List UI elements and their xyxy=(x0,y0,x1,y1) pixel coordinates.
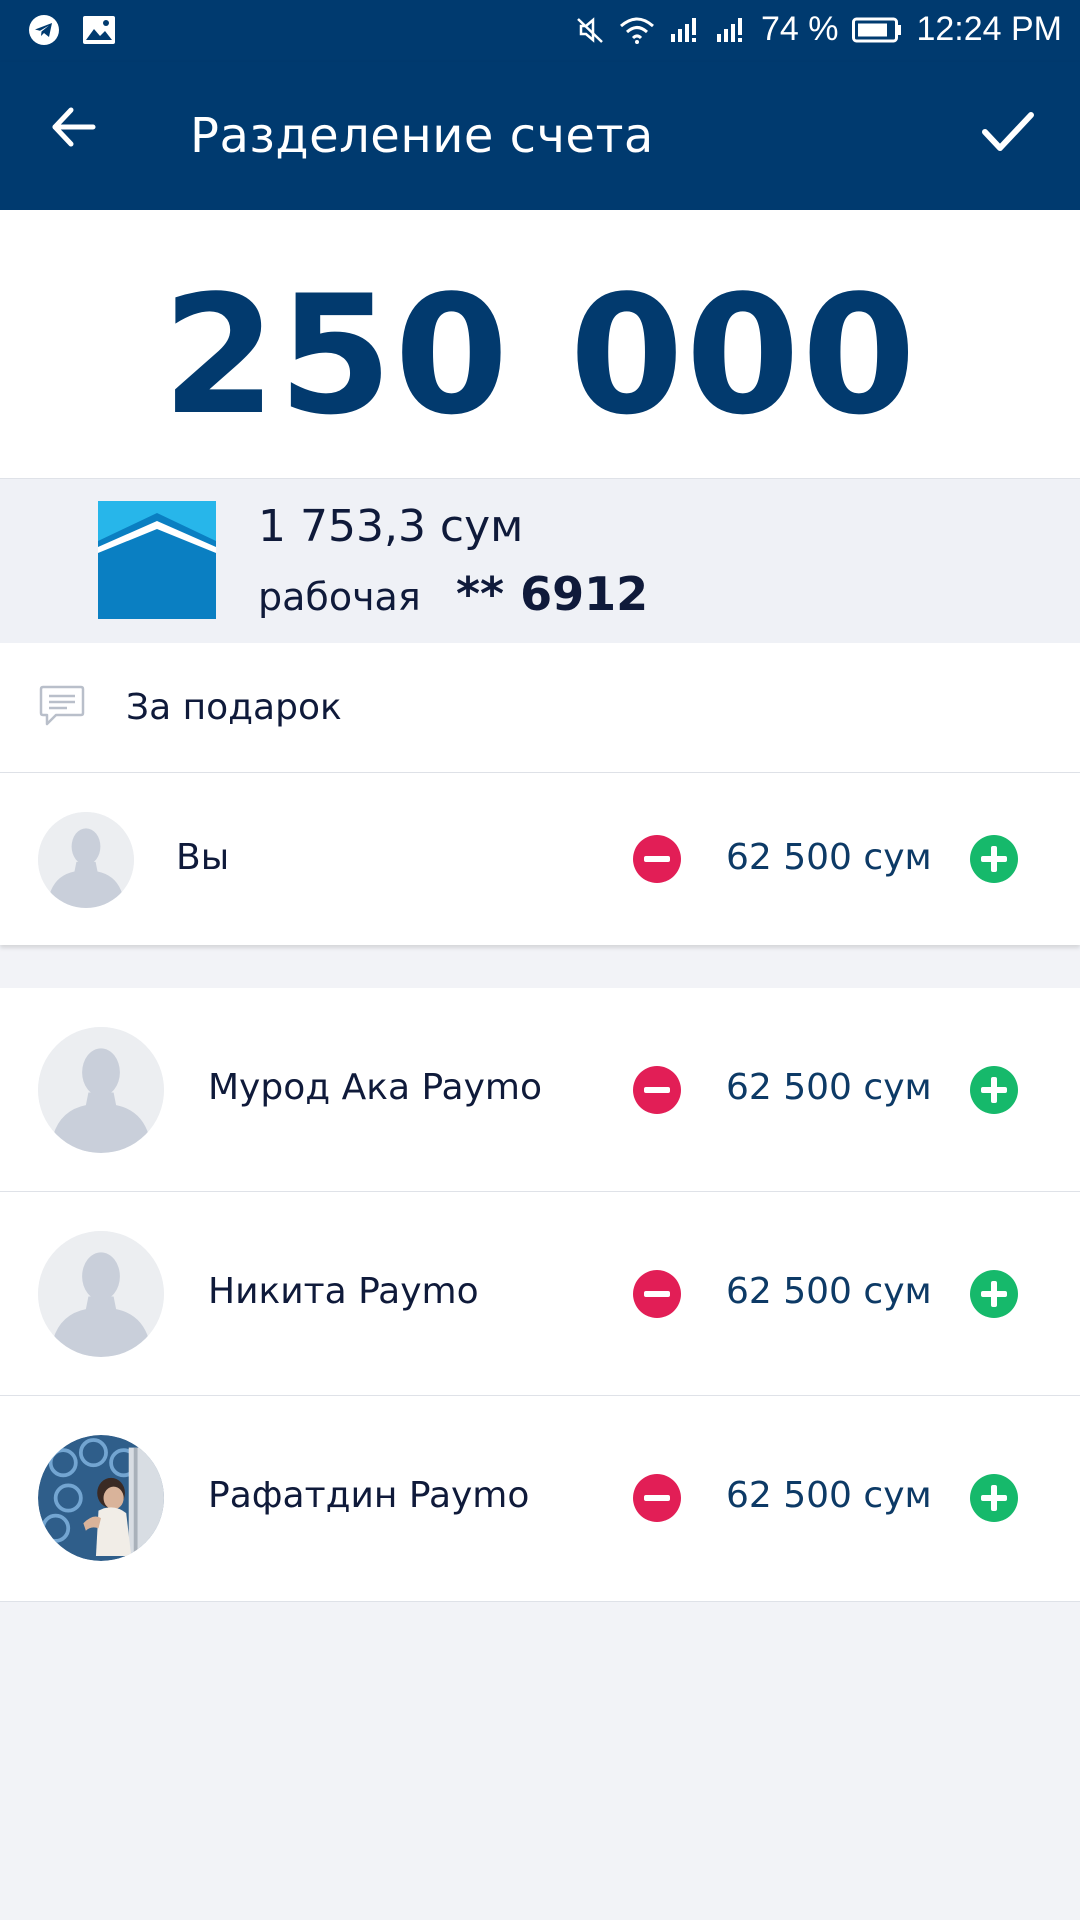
card-logo xyxy=(98,501,216,619)
share-amount[interactable]: 62 500 сум xyxy=(726,1271,932,1312)
app-bar: Разделение счета xyxy=(0,62,1080,210)
avatar xyxy=(38,1231,164,1357)
card-number: ** 6912 xyxy=(456,567,649,621)
back-button[interactable] xyxy=(38,92,108,162)
comment-row[interactable]: За подарок xyxy=(0,643,1080,773)
participant-row: Никита Paymo 62 500 сум xyxy=(0,1192,1080,1396)
avatar xyxy=(38,812,134,908)
avatar xyxy=(38,1435,164,1561)
comment-icon xyxy=(39,685,85,726)
photo-avatar xyxy=(38,1435,164,1561)
participant-name: Никита Paymo xyxy=(208,1271,479,1312)
decrease-button[interactable] xyxy=(633,1270,681,1318)
decrease-button[interactable] xyxy=(633,835,681,883)
total-amount-section: 250 000 xyxy=(0,210,1080,479)
signal-icon xyxy=(669,16,701,44)
increase-button[interactable] xyxy=(970,1066,1018,1114)
participant-row: Вы 62 500 сум xyxy=(0,773,1080,945)
total-amount[interactable]: 250 000 xyxy=(0,260,1080,451)
signal-icon xyxy=(715,16,747,44)
share-amount[interactable]: 62 500 сум xyxy=(726,1067,932,1108)
share-amount[interactable]: 62 500 сум xyxy=(726,1475,932,1516)
share-amount[interactable]: 62 500 сум xyxy=(726,837,932,878)
telegram-icon xyxy=(28,14,60,50)
check-icon xyxy=(982,112,1034,151)
participant-name: Вы xyxy=(176,837,230,878)
arrow-back-icon xyxy=(52,107,96,147)
comment-text: За подарок xyxy=(126,687,342,728)
participant-name: Мурод Ака Paymo xyxy=(208,1067,543,1108)
avatar xyxy=(38,1027,164,1153)
participant-name: Рафатдин Paymo xyxy=(208,1475,530,1516)
increase-button[interactable] xyxy=(970,1474,1018,1522)
status-bar: 74 % 12:24 PM xyxy=(0,0,1080,62)
wifi-icon xyxy=(619,16,655,44)
participant-row: Рафатдин Paymo 62 500 сум xyxy=(0,1396,1080,1602)
increase-button[interactable] xyxy=(970,1270,1018,1318)
card-name: рабочая xyxy=(258,575,421,619)
clock: 12:24 PM xyxy=(916,10,1062,48)
decrease-button[interactable] xyxy=(633,1066,681,1114)
default-avatar-icon xyxy=(38,812,134,908)
default-avatar-icon xyxy=(38,1231,164,1357)
mute-icon xyxy=(575,15,605,45)
default-avatar-icon xyxy=(38,1027,164,1153)
participant-row: Мурод Ака Paymo 62 500 сум xyxy=(0,988,1080,1192)
card-balance: 1 753,3 сум xyxy=(258,501,524,552)
status-left xyxy=(28,14,116,50)
battery-percent: 74 % xyxy=(760,10,839,48)
decrease-button[interactable] xyxy=(633,1474,681,1522)
increase-button[interactable] xyxy=(970,835,1018,883)
image-icon xyxy=(82,15,116,49)
card-selector[interactable]: 1 753,3 сум рабочая ** 6912 xyxy=(0,479,1080,643)
status-right: 74 % 12:24 PM xyxy=(575,10,1062,49)
confirm-button[interactable] xyxy=(968,92,1048,172)
page-title: Разделение счета xyxy=(190,108,654,164)
battery-icon xyxy=(852,16,902,44)
